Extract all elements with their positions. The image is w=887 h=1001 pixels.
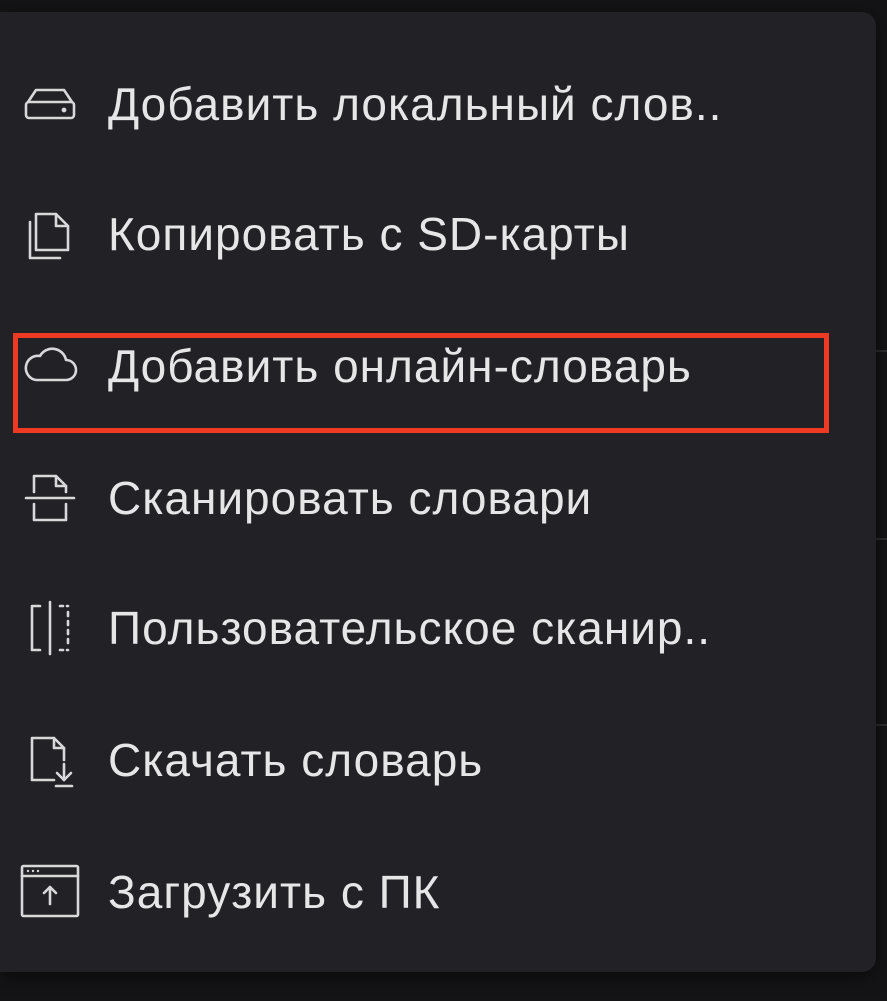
menu-item-label: Сканировать словари — [108, 472, 593, 524]
menu-item-label: Копировать с SD-карты — [108, 208, 630, 260]
scan-icon — [18, 466, 82, 530]
menu-item-label: Добавить онлайн-словарь — [108, 340, 692, 392]
cloud-icon — [18, 334, 82, 398]
menu-item-label: Загрузить с ПК — [108, 866, 441, 918]
upload-window-icon — [18, 860, 82, 924]
file-download-icon — [18, 728, 82, 792]
custom-scan-icon — [18, 596, 82, 660]
menu-item-custom-scan[interactable]: Пользовательское сканир.. — [0, 578, 876, 678]
menu-item-add-online-dictionary[interactable]: Добавить онлайн-словарь — [0, 316, 876, 416]
menu-item-label: Добавить локальный слов.. — [108, 78, 723, 130]
context-menu: Добавить локальный слов.. Копировать с S… — [0, 12, 876, 972]
menu-item-label: Пользовательское сканир.. — [108, 602, 712, 654]
menu-item-add-local-dictionary[interactable]: Добавить локальный слов.. — [0, 54, 876, 154]
background-divider — [875, 538, 887, 540]
background-divider — [875, 724, 887, 726]
copy-icon — [18, 202, 82, 266]
background-divider — [875, 350, 887, 352]
menu-item-upload-from-pc[interactable]: Загрузить с ПК — [0, 842, 876, 942]
menu-item-label: Скачать словарь — [108, 734, 484, 786]
menu-item-copy-from-sd[interactable]: Копировать с SD-карты — [0, 184, 876, 284]
menu-item-download-dictionary[interactable]: Скачать словарь — [0, 710, 876, 810]
drive-icon — [18, 72, 82, 136]
menu-item-scan-dictionaries[interactable]: Сканировать словари — [0, 448, 876, 548]
